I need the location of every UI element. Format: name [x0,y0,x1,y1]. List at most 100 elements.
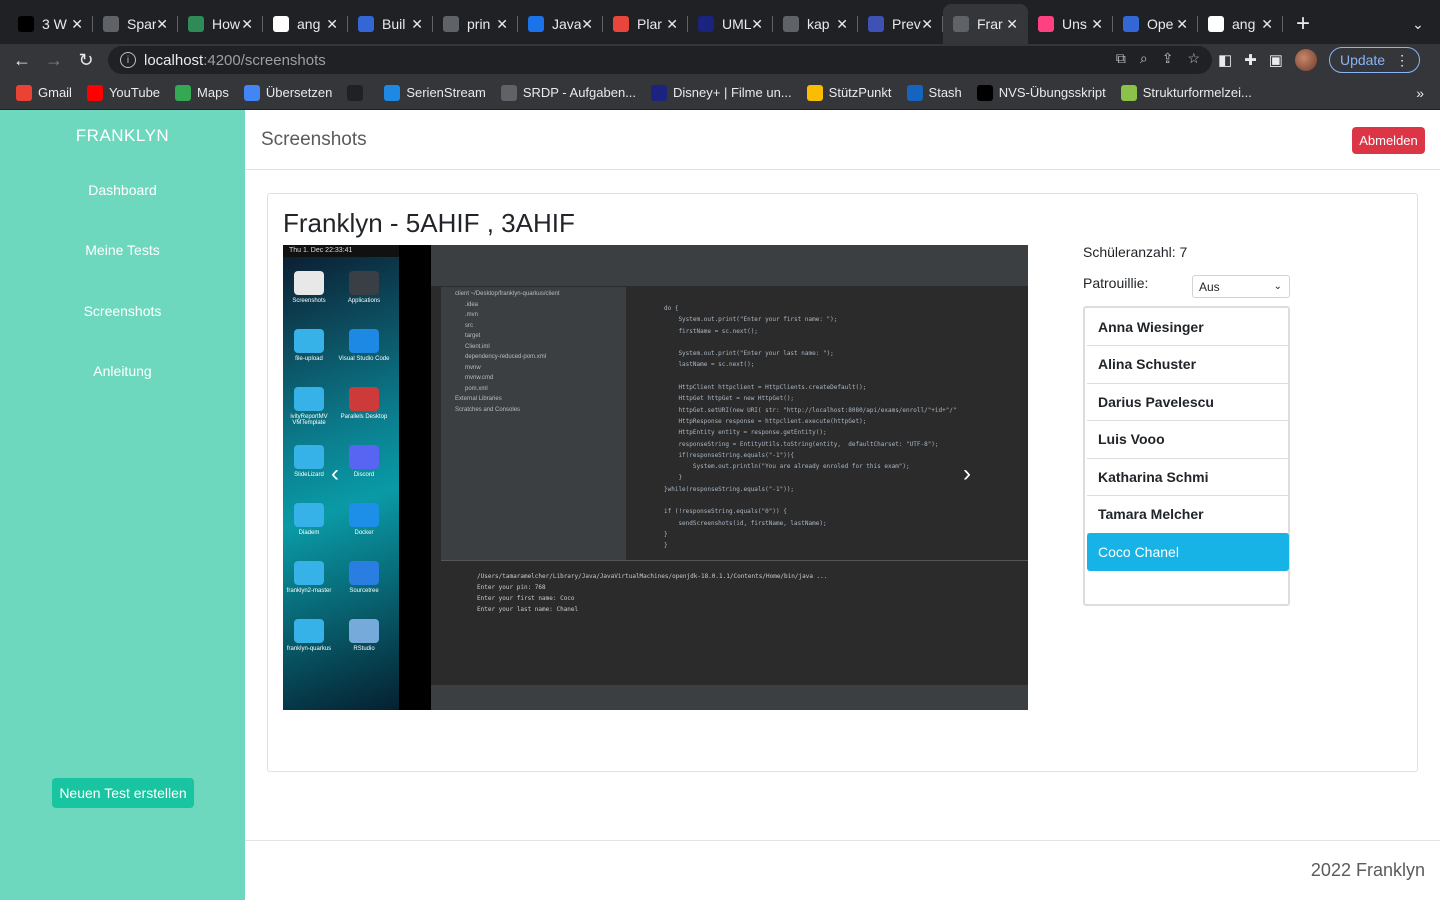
bookmark-item[interactable] [347,84,369,101]
student-item[interactable]: Katharina Schmi [1087,458,1289,496]
bookmark-item[interactable]: Strukturformelzei... [1120,84,1252,101]
student-item[interactable]: Luis Vooo [1087,421,1289,459]
browser-tab[interactable]: UML ✕ [688,4,773,44]
translate-icon[interactable]: ⧉ [1116,50,1126,67]
bookmarks-overflow-icon[interactable]: » [1416,85,1424,101]
close-tab-icon[interactable]: ✕ [836,16,848,33]
chart-icon [613,16,629,32]
student-item[interactable]: Coco Chanel [1087,533,1289,571]
nav-link-dashboard[interactable]: Dashboard [0,182,245,198]
bookmark-item[interactable]: Übersetzen [243,84,333,101]
browser-tab[interactable]: How ✕ [178,4,263,44]
close-tab-icon[interactable]: ✕ [1261,16,1273,33]
bookmark-item[interactable]: StützPunkt [806,84,892,101]
forward-arrow-icon[interactable]: → [38,44,70,76]
close-tab-icon[interactable]: ✕ [921,16,933,33]
close-tab-icon[interactable]: ✕ [751,16,763,33]
desktop-icon: Diadem [283,503,335,536]
student-item[interactable]: Darius Pavelescu [1087,383,1289,421]
browser-tab[interactable]: ang ✕ [263,4,348,44]
site-info-icon[interactable]: i [120,52,136,68]
code-line: do { [664,305,679,312]
close-tab-icon[interactable]: ✕ [411,16,423,33]
tab-search-icon[interactable]: ⌄ [1396,4,1440,44]
code-line: System.out.print("Enter your first name:… [664,316,838,324]
close-tab-icon[interactable]: ✕ [1006,16,1018,33]
nav-link-guide[interactable]: Anleitung [0,363,245,379]
new-tab-icon[interactable]: + [1283,4,1323,44]
chevron-down-icon: ⌄ [1273,281,1282,292]
close-tab-icon[interactable]: ✕ [156,16,168,33]
browser-tab[interactable]: Java ✕ [518,4,603,44]
side-panel-icon[interactable]: ▣ [1269,51,1283,69]
reload-icon[interactable]: ↻ [70,44,102,76]
address-bar[interactable]: i localhost:4200/screenshots ⧉ ⌕ ⇪ ☆ [108,46,1212,74]
back-arrow-icon[interactable]: ← [6,44,38,76]
desktop-icon: Discord [338,445,390,478]
nav-link-my-tests[interactable]: Meine Tests [0,242,245,258]
browser-tab-bar: 3 W ✕ Spar ✕ How ✕ ang ✕ Buil ✕ prin ✕ Java ✕ Plar ✕ UML… [0,0,1440,44]
a-icon [528,16,544,32]
browser-tab[interactable]: Ope ✕ [1113,4,1198,44]
browser-tab[interactable]: Prev ✕ [858,4,943,44]
bookmark-item[interactable]: Gmail [16,84,72,101]
browser-tab[interactable]: Plar ✕ [603,4,688,44]
browser-tab[interactable]: Buil ✕ [348,4,433,44]
pupil-count: Schüleranzahl: 7 [1083,244,1188,260]
extension-icon[interactable]: ◧ [1218,51,1232,69]
bookmark-star-icon[interactable]: ☆ [1187,50,1200,67]
close-tab-icon[interactable]: ✕ [666,16,678,33]
bookmark-item[interactable]: Disney+ | Filme un... [651,84,792,101]
bookmark-item[interactable]: Maps [175,84,229,101]
browser-tab[interactable]: Uns ✕ [1028,4,1113,44]
close-tab-icon[interactable]: ✕ [496,16,508,33]
bookmark-favicon [175,84,192,101]
close-tab-icon[interactable]: ✕ [581,16,593,33]
student-item[interactable]: Tamara Melcher [1087,496,1289,534]
bookmark-item[interactable]: Stash [906,84,962,101]
main-content: Screenshots Abmelden Franklyn - 5AHIF , … [245,110,1440,900]
browser-tab[interactable]: Spar ✕ [93,4,178,44]
close-tab-icon[interactable]: ✕ [71,16,83,33]
close-tab-icon[interactable]: ✕ [241,16,253,33]
screenshot-carousel[interactable]: Thu 1. Dec 22:33:41 Screenshots Applicati… [283,245,1028,710]
screenshot-code: do { System.out.print("Enter your first … [626,287,1028,560]
bookmark-item[interactable]: SerienStream [384,84,486,101]
bookmark-item[interactable]: SRDP - Aufgaben... [500,84,636,101]
puzzle-icon[interactable]: ✚ [1244,51,1257,69]
tree-item: src [465,322,473,329]
new-test-button[interactable]: Neuen Test erstellen [52,778,194,808]
screenshot-clock: Thu 1. Dec 22:33:41 [283,245,399,257]
bookmark-label: Übersetzen [265,85,333,100]
browser-tab[interactable]: Frar ✕ [943,4,1028,44]
carousel-prev-icon[interactable]: ‹ [331,460,339,488]
browser-tab[interactable]: prin ✕ [433,4,518,44]
brand-logo[interactable]: FRANKLYN [0,126,245,146]
desktop-icon: ivityReportMV VMTemplate [283,387,335,426]
student-item[interactable]: Anna Wiesinger [1087,308,1289,346]
zoom-icon[interactable]: ⌕ [1140,50,1148,67]
screenshot-ide: client ~/Desktop/franklyn-quarkus/client… [431,245,1028,710]
close-tab-icon[interactable]: ✕ [1091,16,1103,33]
more-vertical-icon[interactable]: ⋮ [1395,52,1409,69]
bookmark-item[interactable]: YouTube [86,84,160,101]
browser-tab[interactable]: 3 W ✕ [8,4,93,44]
console-line: Enter your last name: Chanel [477,606,579,613]
share-icon[interactable]: ⇪ [1162,50,1174,67]
profile-avatar[interactable] [1294,49,1317,71]
nav-link-screenshots[interactable]: Screenshots [0,303,245,319]
logout-button[interactable]: Abmelden [1352,127,1425,154]
i-icon [698,16,714,32]
close-tab-icon[interactable]: ✕ [1176,16,1188,33]
browser-tab[interactable]: kap ✕ [773,4,858,44]
bookmark-favicon [86,84,103,101]
close-tab-icon[interactable]: ✕ [326,16,338,33]
desktop-icon: Visual Studio Code [338,329,390,362]
bookmark-item[interactable]: NVS-Übungsskript [976,84,1106,101]
carousel-next-icon[interactable]: › [963,460,971,488]
student-item[interactable]: Alina Schuster [1087,346,1289,384]
browser-tab[interactable]: ang ✕ [1198,4,1283,44]
update-button[interactable]: Update ⋮ [1328,47,1421,73]
patrol-select[interactable]: Aus ⌄ [1192,275,1290,298]
desktop-icon: Applications [338,271,390,304]
